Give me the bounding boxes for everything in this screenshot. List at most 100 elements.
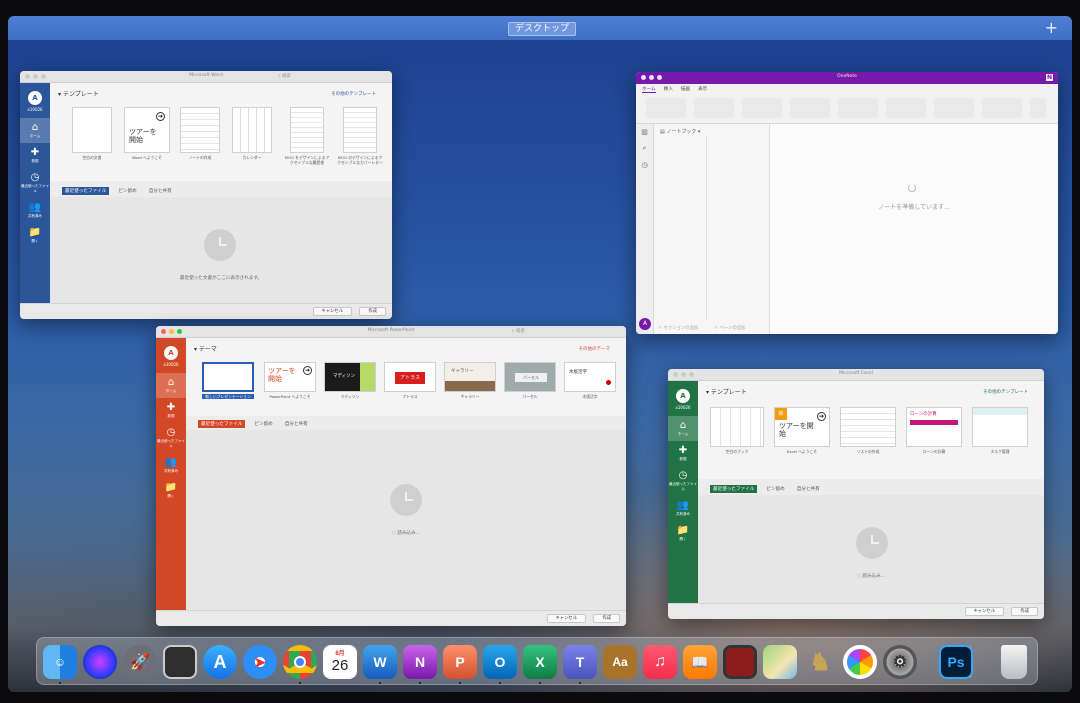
notebook-selector[interactable]: ▤ ノートブック ▾ — [660, 128, 700, 135]
siri-icon[interactable] — [83, 645, 117, 679]
onenote-icon[interactable]: N — [403, 645, 437, 679]
tab-pinned[interactable]: ピン留め — [115, 187, 139, 195]
cancel-button[interactable]: キャンセル — [546, 614, 586, 623]
chess-icon[interactable]: ♞ — [803, 645, 837, 679]
sidebar-item-shared[interactable]: 👥 共有済み — [668, 496, 698, 521]
more-templates-link[interactable]: その他のテンプレート — [331, 91, 376, 97]
section-title[interactable]: ▾ テンプレート — [706, 387, 747, 396]
template-notes[interactable]: ノートの作成 — [180, 107, 220, 160]
template-task-manager[interactable]: タスク管理 — [972, 407, 1028, 454]
tab-recent[interactable]: 最近使ったファイル — [710, 485, 758, 493]
excel-titlebar[interactable]: Microsoft Excel — [668, 369, 1044, 381]
sidebar-item-recent[interactable]: ◷ 最近使ったファイル — [156, 423, 186, 453]
safari-icon[interactable]: ➤ — [243, 645, 277, 679]
sidebar-item-recent[interactable]: ◷ 最近使ったファイル — [668, 466, 698, 496]
powerpoint-window[interactable]: Microsoft PowerPoint ⌕ 検索 A a10026 ⌂ ホーム … — [156, 326, 626, 626]
avatar[interactable]: A — [28, 91, 42, 105]
tab-recent[interactable]: 最近使ったファイル — [198, 420, 246, 428]
create-button[interactable]: 作成 — [359, 307, 386, 316]
template-cover-letter[interactable]: MOO のデザインによるアクセシブルなカバーレター — [336, 107, 384, 165]
theme-atlas[interactable]: アトラス アトラス — [384, 362, 436, 399]
more-templates-link[interactable]: その他のテンプレート — [983, 389, 1028, 395]
tab-view[interactable]: 表示 — [698, 86, 707, 93]
photo-booth-icon[interactable] — [723, 645, 757, 679]
template-list[interactable]: リストの作成 — [840, 407, 896, 454]
outlook-icon[interactable]: O — [483, 645, 517, 679]
cancel-button[interactable]: キャンセル — [964, 607, 1004, 616]
tab-shared-with-me[interactable]: 自分と共有 — [794, 485, 823, 493]
theme-welcome[interactable]: ➔ ツアーを開始 PowerPoint へようこそ — [264, 362, 316, 399]
search-icon[interactable]: ⌕ — [636, 144, 653, 153]
add-space-button[interactable]: + — [1045, 18, 1058, 38]
tab-shared-with-me[interactable]: 自分と共有 — [282, 420, 311, 428]
powerpoint-search-field[interactable]: ⌕ 検索 — [512, 328, 525, 334]
sidebar-item-home[interactable]: ⌂ ホーム — [668, 416, 698, 441]
sidebar-item-shared[interactable]: 👥 共有済み — [20, 198, 50, 223]
word-titlebar[interactable]: Microsoft Word ⌕ 検索 — [20, 71, 392, 83]
tab-draw[interactable]: 描画 — [681, 86, 690, 93]
calendar-icon[interactable]: 8月 26 — [323, 645, 357, 679]
sidebar-item-new[interactable]: ✚ 新規 — [20, 143, 50, 168]
ribbon-controls[interactable] — [646, 98, 1046, 118]
maps-icon[interactable] — [763, 645, 797, 679]
sidebar-item-open[interactable]: 📁 開く — [668, 521, 698, 546]
word-window[interactable]: Microsoft Word ⌕ 検索 A a10026 ⌂ ホーム ✚ 新規 ◷ 最… — [20, 71, 392, 319]
excel-icon[interactable]: X — [523, 645, 557, 679]
sidebar-item-open[interactable]: 📁 開く — [156, 478, 186, 503]
notebooks-icon[interactable]: ▥ — [636, 128, 653, 136]
theme-parcel[interactable]: パーセル パーセル — [504, 362, 556, 399]
sidebar-item-home[interactable]: ⌂ ホーム — [20, 118, 50, 143]
template-loan-calculator[interactable]: ローンの計算 ローンの計算 — [906, 407, 962, 454]
theme-new-presentation[interactable]: 新しいプレゼンテーション — [202, 362, 254, 399]
excel-window[interactable]: Microsoft Excel A a10026 ⌂ ホーム ✚ 新規 ◷ 最近使った… — [668, 369, 1044, 619]
avatar[interactable]: A — [676, 389, 690, 403]
add-section-button[interactable]: ＋ セクションの追加 — [658, 325, 698, 331]
system-preferences-icon[interactable]: ⚙ — [883, 645, 917, 679]
app-store-icon[interactable]: A — [203, 645, 237, 679]
template-welcome[interactable]: 新 ➔ ツアーを開始 Excel へようこそ — [774, 407, 830, 454]
trash-icon[interactable] — [1001, 645, 1027, 679]
section-title[interactable]: ▾ テンプレート — [58, 89, 99, 98]
add-page-button[interactable]: ＋ ページの追加 — [714, 325, 745, 331]
launchpad-icon[interactable]: 🚀 — [123, 645, 157, 679]
avatar[interactable]: A — [639, 318, 651, 330]
photos-icon[interactable] — [843, 645, 877, 679]
sidebar-item-new[interactable]: ✚ 新規 — [156, 398, 186, 423]
image-capture-icon[interactable] — [163, 645, 197, 679]
photoshop-icon[interactable]: Ps — [939, 645, 973, 679]
books-icon[interactable]: 📖 — [683, 645, 717, 679]
section-title[interactable]: ▾ テーマ — [194, 344, 217, 353]
template-blank-workbook[interactable]: 空白のブック — [710, 407, 764, 454]
sidebar-item-shared[interactable]: 👥 共有済み — [156, 453, 186, 478]
theme-wood-type[interactable]: 木版活字 木版活字 — [564, 362, 616, 399]
tab-pinned[interactable]: ピン留め — [763, 485, 787, 493]
create-button[interactable]: 作成 — [1011, 607, 1038, 616]
dictionary-icon[interactable]: Aa — [603, 645, 637, 679]
onenote-titlebar[interactable]: OneNote N — [636, 72, 1058, 84]
theme-gallery[interactable]: ギャラリー ギャラリー — [444, 362, 496, 399]
template-resume[interactable]: MOO をデザインによるアクセシブルな履歴書 — [284, 107, 330, 165]
tab-insert[interactable]: 挿入 — [664, 86, 673, 93]
template-calendar[interactable]: カレンダー — [232, 107, 272, 160]
template-welcome[interactable]: ➔ ツアーを開始 Word へようこそ — [124, 107, 170, 160]
template-blank[interactable]: 空白の文書 — [72, 107, 112, 160]
tab-pinned[interactable]: ピン留め — [251, 420, 275, 428]
chrome-icon[interactable] — [283, 645, 317, 679]
tab-home[interactable]: ホーム — [642, 86, 656, 93]
theme-madison[interactable]: マディソン マディソン — [324, 362, 376, 399]
create-button[interactable]: 作成 — [593, 614, 620, 623]
avatar[interactable]: A — [164, 346, 178, 360]
tab-shared-with-me[interactable]: 自分と共有 — [146, 187, 175, 195]
sidebar-item-recent[interactable]: ◷ 最近使ったファイル — [20, 168, 50, 198]
recent-icon[interactable]: ◷ — [636, 161, 653, 169]
more-themes-link[interactable]: その他のテーマ — [579, 346, 611, 352]
sidebar-item-open[interactable]: 📁 開く — [20, 223, 50, 248]
onenote-canvas[interactable]: ノートを準備しています... — [770, 124, 1058, 334]
word-search-field[interactable]: ⌕ 検索 — [278, 73, 291, 79]
desktop-space-label[interactable]: デスクトップ — [508, 22, 577, 36]
sidebar-item-new[interactable]: ✚ 新規 — [668, 441, 698, 466]
onenote-window[interactable]: OneNote N ホーム 挿入 描画 表示 ▥ ⌕ ◷ A ▤ ノートブック … — [636, 72, 1058, 334]
teams-icon[interactable]: T — [563, 645, 597, 679]
powerpoint-icon[interactable]: P — [443, 645, 477, 679]
powerpoint-titlebar[interactable]: Microsoft PowerPoint ⌕ 検索 — [156, 326, 626, 338]
